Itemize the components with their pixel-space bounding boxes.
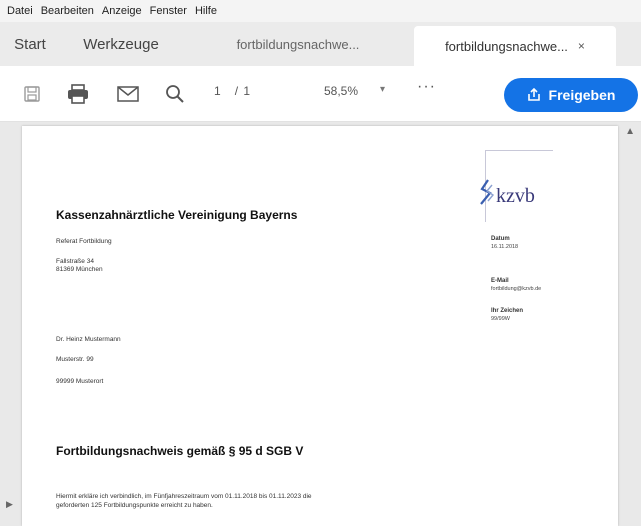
kzvb-logo: kzvb: [480, 150, 553, 222]
logo-mark-icon: [480, 179, 495, 205]
menu-bearbeiten[interactable]: Bearbeiten: [37, 5, 98, 17]
email-label: E-Mail: [491, 278, 509, 284]
tab-document-2-label: fortbildungsnachwe...: [445, 38, 568, 54]
sender-city: 81369 München: [56, 266, 103, 273]
body-text: Hiermit erkläre ich verbindlich, im Fünf…: [56, 492, 476, 510]
mail-icon[interactable]: [114, 80, 142, 108]
datum-value: 16.11.2018: [491, 244, 519, 250]
menu-bar: Datei Bearbeiten Anzeige Fenster Hilfe: [0, 0, 641, 22]
tab-bar: Start Werkzeuge fortbildungsnachwe... fo…: [0, 22, 641, 66]
save-icon[interactable]: [20, 80, 44, 108]
tab-tools[interactable]: Werkzeuge: [60, 22, 182, 66]
menu-anzeige[interactable]: Anzeige: [98, 5, 146, 17]
logo-text: kzvb: [496, 185, 535, 207]
referat: Referat Fortbildung: [56, 238, 112, 245]
expand-panel-icon[interactable]: ▶: [6, 499, 13, 510]
document-viewport[interactable]: kzvb Kassenzahnärztliche Vereinigung Bay…: [0, 122, 641, 526]
reference-value: 99/99W: [491, 316, 510, 322]
share-icon: [527, 88, 541, 102]
org-name: Kassenzahnärztliche Vereinigung Bayerns: [56, 208, 298, 222]
share-button-label: Freigeben: [548, 87, 616, 103]
page-current-input[interactable]: 1: [214, 84, 222, 98]
body-line-2: geforderten 125 Fortbildungspunkte errei…: [56, 502, 213, 509]
search-icon[interactable]: [162, 80, 188, 108]
zoom-level[interactable]: 58,5%: [324, 84, 358, 98]
reference-label: Ihr Zeichen: [491, 308, 524, 314]
recipient-name: Dr. Heinz Mustermann: [56, 336, 121, 343]
menu-datei[interactable]: Datei: [3, 5, 37, 17]
page-indicator: 1 / 1: [214, 84, 251, 98]
chevron-down-icon[interactable]: ▾: [380, 84, 385, 95]
recipient-street: Musterstr. 99: [56, 356, 94, 363]
pdf-page: kzvb Kassenzahnärztliche Vereinigung Bay…: [22, 126, 618, 526]
datum-label: Datum: [491, 236, 510, 242]
body-line-1: Hiermit erkläre ich verbindlich, im Fünf…: [56, 493, 312, 500]
page-total: / 1: [234, 84, 252, 98]
close-icon[interactable]: ×: [578, 39, 585, 53]
scroll-up-icon[interactable]: ▲: [625, 126, 635, 137]
sender-street: Fallstraße 34: [56, 258, 94, 265]
share-button[interactable]: Freigeben: [504, 78, 638, 112]
email-value: fortbildung@kzvb.de: [491, 286, 542, 292]
recipient-city: 99999 Musterort: [56, 378, 104, 385]
tab-start[interactable]: Start: [0, 22, 60, 66]
toolbar: 1 / 1 58,5% ▾ ··· Freigeben: [0, 66, 641, 122]
tab-document-1[interactable]: fortbildungsnachwe...: [182, 22, 414, 66]
menu-hilfe[interactable]: Hilfe: [191, 5, 221, 17]
more-options-icon[interactable]: ···: [417, 78, 436, 96]
tab-document-2[interactable]: fortbildungsnachwe... ×: [414, 26, 616, 66]
menu-fenster[interactable]: Fenster: [146, 5, 191, 17]
document-heading: Fortbildungsnachweis gemäß § 95 d SGB V: [56, 444, 304, 458]
print-icon[interactable]: [64, 80, 92, 108]
